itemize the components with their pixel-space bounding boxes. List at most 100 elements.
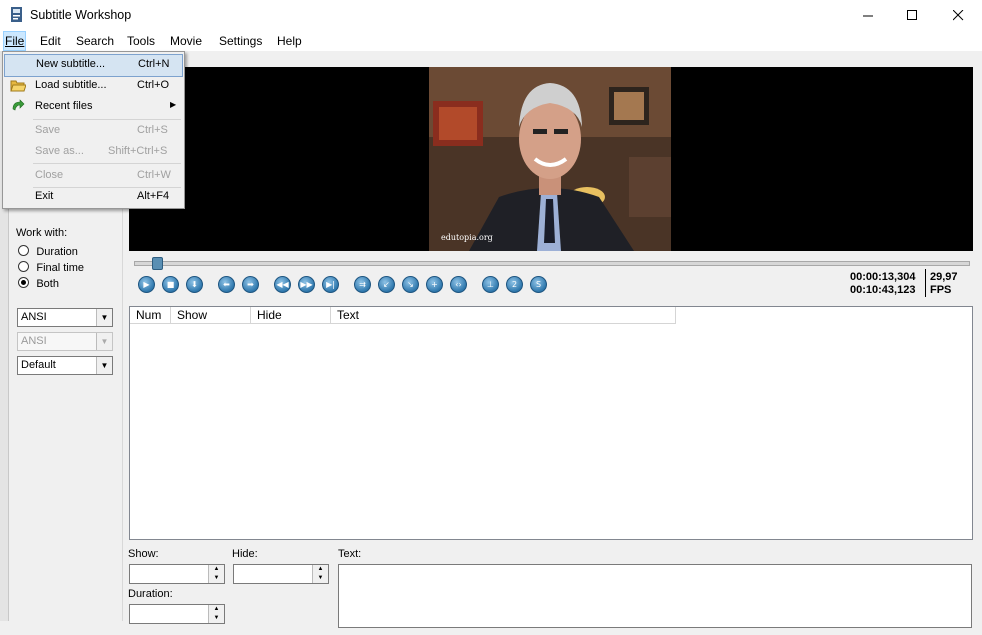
video-image: [429, 67, 671, 251]
hide-label: Hide:: [232, 548, 258, 560]
title-bar: Subtitle Workshop: [0, 0, 982, 31]
close-icon: [952, 10, 963, 21]
menu-tools[interactable]: Tools: [126, 31, 156, 51]
load-subtitle-shortcut: Ctrl+O: [137, 79, 170, 91]
seek-thumb[interactable]: [152, 257, 163, 270]
menu-file[interactable]: File: [3, 31, 27, 51]
menu-item-recent-files[interactable]: Recent files ▶: [3, 96, 184, 117]
close-label: Close: [35, 169, 64, 181]
menu-help[interactable]: Help: [276, 31, 303, 51]
spin-down-icon[interactable]: ▼: [209, 574, 224, 583]
skip-end-icon[interactable]: ▶|: [322, 276, 339, 293]
exit-shortcut: Alt+F4: [137, 190, 170, 202]
subtitle-text-input[interactable]: [338, 564, 972, 628]
radio-duration-circle[interactable]: [18, 245, 29, 256]
hide-time-input[interactable]: ▲ ▼: [233, 564, 329, 584]
radio-final-time-label: Final time: [36, 262, 85, 274]
file-menu-dropdown: New subtitle... Ctrl+N Load subtitle... …: [2, 51, 185, 209]
s-icon[interactable]: S: [530, 276, 547, 293]
radio-both-label: Both: [36, 278, 59, 290]
add-icon[interactable]: +: [426, 276, 443, 293]
hide-spinner[interactable]: ▲ ▼: [312, 565, 328, 583]
radio-final-time[interactable]: Final time: [18, 260, 84, 274]
video-frame: edutopia.org: [429, 67, 671, 251]
menu-item-save[interactable]: Save Ctrl+S: [3, 120, 184, 141]
forward-icon[interactable]: ➡: [242, 276, 259, 293]
sub-icon[interactable]: ‹›: [450, 276, 467, 293]
chevron-down-icon[interactable]: ▼: [96, 357, 112, 374]
fast-forward-icon[interactable]: ▶▶: [298, 276, 315, 293]
window-title: Subtitle Workshop: [30, 8, 132, 22]
menu-search[interactable]: Search: [75, 31, 115, 51]
spin-up-icon[interactable]: ▲: [209, 565, 224, 574]
subtitle-list[interactable]: Num Show Hide Text: [129, 306, 973, 540]
menu-settings[interactable]: Settings: [218, 31, 263, 51]
close-window-button[interactable]: [935, 0, 981, 31]
set-end-icon[interactable]: ↘: [402, 276, 419, 293]
column-num[interactable]: Num: [130, 307, 171, 324]
sync-icon[interactable]: ⇉: [354, 276, 371, 293]
menu-edit[interactable]: Edit: [39, 31, 62, 51]
fps-value: 29,97: [930, 271, 958, 283]
save-shortcut: Ctrl+S: [137, 124, 168, 136]
submenu-arrow-icon: ▶: [170, 100, 177, 109]
video-watermark: edutopia.org: [441, 233, 493, 242]
column-show[interactable]: Show: [171, 307, 251, 324]
spin-down-icon[interactable]: ▼: [313, 574, 328, 583]
radio-final-time-circle[interactable]: [18, 261, 29, 272]
close-shortcut: Ctrl+W: [137, 169, 171, 181]
radio-duration-label: Duration: [36, 246, 78, 258]
chevron-down-icon[interactable]: ▼: [96, 333, 112, 350]
stop-icon[interactable]: ■: [162, 276, 179, 293]
video-player[interactable]: edutopia.org: [129, 67, 973, 251]
folder-icon: [10, 80, 26, 92]
end-subtitle-icon[interactable]: 2: [506, 276, 523, 293]
duration-spinner[interactable]: ▲ ▼: [208, 605, 224, 623]
back-icon[interactable]: ⬅: [218, 276, 235, 293]
spin-down-icon[interactable]: ▼: [209, 614, 224, 623]
save-as-shortcut: Shift+Ctrl+S: [108, 145, 168, 157]
rewind-icon[interactable]: ◀◀: [274, 276, 291, 293]
start-subtitle-icon[interactable]: ⊥: [482, 276, 499, 293]
menu-item-save-as[interactable]: Save as... Shift+Ctrl+S: [3, 141, 184, 162]
recent-files-label: Recent files: [35, 100, 93, 112]
save-as-label: Save as...: [35, 145, 84, 157]
exit-label: Exit: [35, 190, 54, 202]
menu-movie[interactable]: Movie: [169, 31, 203, 51]
radio-both[interactable]: Both: [18, 276, 59, 290]
radio-both-circle[interactable]: [18, 277, 29, 288]
menu-item-load-subtitle[interactable]: Load subtitle... Ctrl+O: [3, 75, 184, 96]
new-subtitle-label: New subtitle...: [36, 58, 106, 70]
format-select-value: Default: [21, 359, 56, 371]
charset-select-2[interactable]: ANSI ▼: [17, 332, 113, 351]
charset-select-1[interactable]: ANSI ▼: [17, 308, 113, 327]
chevron-down-icon[interactable]: ▼: [96, 309, 112, 326]
seek-bar[interactable]: [134, 257, 970, 270]
work-with-label: Work with:: [16, 227, 68, 239]
recent-icon: [12, 99, 25, 111]
column-hide[interactable]: Hide: [251, 307, 331, 324]
play-icon[interactable]: ▶: [138, 276, 155, 293]
text-label: Text:: [338, 548, 362, 560]
fps-label: FPS: [930, 284, 952, 296]
current-time: 00:00:13,304: [850, 271, 916, 283]
column-text[interactable]: Text: [331, 307, 676, 324]
format-select[interactable]: Default ▼: [17, 356, 113, 375]
duration-label: Duration:: [128, 588, 173, 600]
spin-up-icon[interactable]: ▲: [313, 565, 328, 574]
charset-select-1-value: ANSI: [21, 311, 47, 323]
time-divider: [925, 269, 926, 297]
download-icon[interactable]: ⬇: [186, 276, 203, 293]
show-label: Show:: [128, 548, 159, 560]
menu-item-exit[interactable]: Exit Alt+F4: [3, 186, 184, 207]
duration-input[interactable]: ▲ ▼: [129, 604, 225, 624]
show-time-input[interactable]: ▲ ▼: [129, 564, 225, 584]
minimize-button[interactable]: [845, 0, 891, 31]
radio-duration[interactable]: Duration: [18, 244, 78, 258]
show-spinner[interactable]: ▲ ▼: [208, 565, 224, 583]
maximize-button[interactable]: [889, 0, 935, 31]
spin-up-icon[interactable]: ▲: [209, 605, 224, 614]
menu-item-new-subtitle[interactable]: New subtitle... Ctrl+N: [4, 54, 183, 77]
menu-item-close[interactable]: Close Ctrl+W: [3, 165, 184, 186]
set-start-icon[interactable]: ↙: [378, 276, 395, 293]
